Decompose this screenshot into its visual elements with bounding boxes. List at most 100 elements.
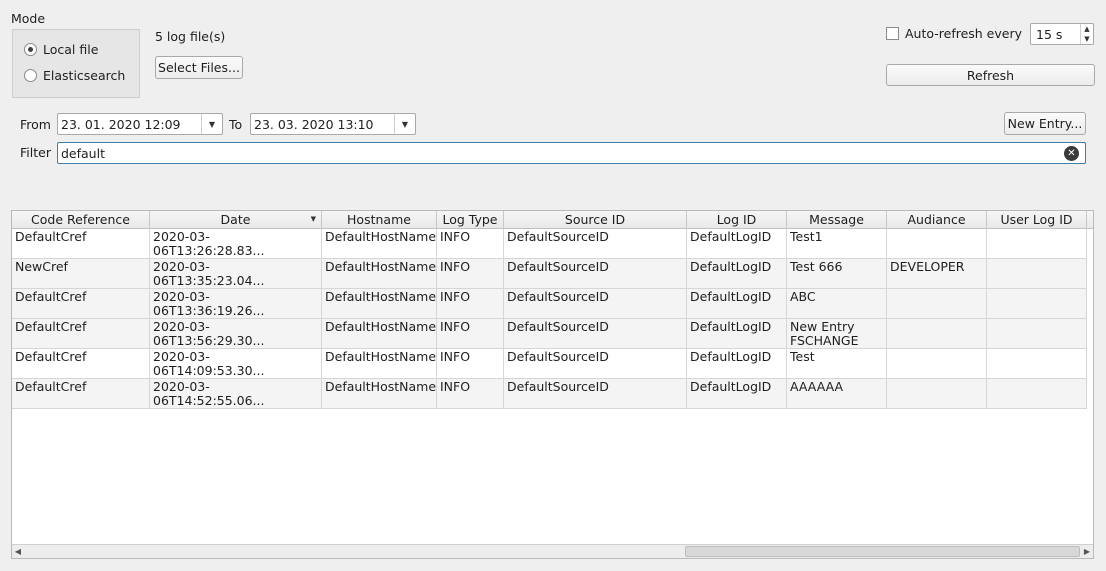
cell-user-log-id[interactable]	[987, 259, 1087, 288]
cell-log-type[interactable]: INFO	[437, 259, 504, 288]
cell-audiance[interactable]	[887, 319, 987, 348]
cell-log-type[interactable]: INFO	[437, 289, 504, 318]
table-row[interactable]: DefaultCref 2020-03-06T14:09:53.30... De…	[12, 349, 1087, 379]
scrollbar-thumb[interactable]	[685, 546, 1080, 557]
auto-refresh-row[interactable]: Auto-refresh every	[886, 26, 1022, 41]
column-header-extra[interactable]	[1087, 211, 1093, 229]
table-row[interactable]: DefaultCref 2020-03-06T14:52:55.06... De…	[12, 379, 1087, 409]
cell-hostname[interactable]: DefaultHostName	[322, 229, 437, 258]
refresh-interval-spinbox[interactable]: 15 s ▲ ▼	[1030, 23, 1094, 45]
to-date-combo[interactable]: 23. 03. 2020 13:10 ▼	[250, 113, 416, 135]
refresh-button[interactable]: Refresh	[886, 64, 1095, 86]
chevron-down-icon[interactable]: ▼	[201, 114, 222, 134]
cell-log-type[interactable]: INFO	[437, 379, 504, 408]
cell-log-id[interactable]: DefaultLogID	[687, 289, 787, 318]
radio-button-checked[interactable]	[24, 43, 37, 56]
column-header-date-label: Date	[220, 212, 251, 227]
cell-log-id[interactable]: DefaultLogID	[687, 379, 787, 408]
spin-arrows[interactable]: ▲ ▼	[1080, 24, 1093, 44]
column-header-log-id[interactable]: Log ID	[687, 211, 787, 229]
cell-hostname[interactable]: DefaultHostName	[322, 349, 437, 378]
table-row[interactable]: DefaultCref 2020-03-06T13:26:28.83... De…	[12, 229, 1087, 259]
cell-message[interactable]: AAAAAA	[787, 379, 887, 408]
cell-hostname[interactable]: DefaultHostName	[322, 289, 437, 318]
cell-log-id[interactable]: DefaultLogID	[687, 229, 787, 258]
mode-group: Local file Elasticsearch	[12, 29, 140, 98]
spin-down-icon[interactable]: ▼	[1084, 35, 1089, 43]
cell-log-id[interactable]: DefaultLogID	[687, 319, 787, 348]
refresh-interval-value: 15 s	[1036, 27, 1063, 42]
cell-source-id[interactable]: DefaultSourceID	[504, 259, 687, 288]
cell-user-log-id[interactable]	[987, 349, 1087, 378]
cell-message[interactable]: Test 666	[787, 259, 887, 288]
select-files-button[interactable]: Select Files...	[155, 56, 243, 79]
cell-log-id[interactable]: DefaultLogID	[687, 259, 787, 288]
cell-code-reference[interactable]: DefaultCref	[12, 319, 150, 348]
cell-code-reference[interactable]: NewCref	[12, 259, 150, 288]
cell-user-log-id[interactable]	[987, 289, 1087, 318]
radio-button[interactable]	[24, 69, 37, 82]
cell-audiance[interactable]	[887, 289, 987, 318]
log-file-count: 5 log file(s)	[155, 29, 226, 44]
cell-code-reference[interactable]: DefaultCref	[12, 379, 150, 408]
cell-audiance[interactable]: DEVELOPER	[887, 259, 987, 288]
cell-source-id[interactable]: DefaultSourceID	[504, 319, 687, 348]
column-header-audiance[interactable]: Audiance	[887, 211, 987, 229]
radio-local-file[interactable]: Local file	[24, 42, 98, 57]
cell-source-id[interactable]: DefaultSourceID	[504, 229, 687, 258]
cell-code-reference[interactable]: DefaultCref	[12, 289, 150, 318]
clear-icon[interactable]: ✕	[1064, 146, 1079, 161]
radio-elasticsearch[interactable]: Elasticsearch	[24, 68, 125, 83]
scroll-right-icon[interactable]: ▶	[1081, 545, 1093, 558]
column-header-code-reference[interactable]: Code Reference	[12, 211, 150, 229]
cell-user-log-id[interactable]	[987, 319, 1087, 348]
cell-message[interactable]: New Entry FSCHANGE	[787, 319, 887, 348]
cell-source-id[interactable]: DefaultSourceID	[504, 349, 687, 378]
column-header-source-id[interactable]: Source ID	[504, 211, 687, 229]
from-date-combo[interactable]: 23. 01. 2020 12:09 ▼	[57, 113, 223, 135]
cell-code-reference[interactable]: DefaultCref	[12, 349, 150, 378]
cell-hostname[interactable]: DefaultHostName	[322, 259, 437, 288]
cell-user-log-id[interactable]	[987, 379, 1087, 408]
table-row[interactable]: NewCref 2020-03-06T13:35:23.04... Defaul…	[12, 259, 1087, 289]
cell-user-log-id[interactable]	[987, 229, 1087, 258]
new-entry-button[interactable]: New Entry...	[1004, 112, 1086, 135]
table-row[interactable]: DefaultCref 2020-03-06T13:56:29.30... De…	[12, 319, 1087, 349]
cell-message[interactable]: ABC	[787, 289, 887, 318]
cell-date[interactable]: 2020-03-06T13:36:19.26...	[150, 289, 322, 318]
cell-source-id[interactable]: DefaultSourceID	[504, 289, 687, 318]
filter-input[interactable]	[60, 144, 1050, 162]
cell-date[interactable]: 2020-03-06T13:26:28.83...	[150, 229, 322, 258]
column-header-hostname[interactable]: Hostname	[322, 211, 437, 229]
scroll-left-icon[interactable]: ◀	[12, 545, 24, 558]
cell-log-type[interactable]: INFO	[437, 229, 504, 258]
filter-field[interactable]: ✕	[57, 142, 1086, 164]
column-header-user-log-id[interactable]: User Log ID	[987, 211, 1087, 229]
cell-audiance[interactable]	[887, 349, 987, 378]
auto-refresh-checkbox[interactable]	[886, 27, 899, 40]
cell-message[interactable]: Test	[787, 349, 887, 378]
column-header-message[interactable]: Message	[787, 211, 887, 229]
cell-date[interactable]: 2020-03-06T13:56:29.30...	[150, 319, 322, 348]
column-header-log-type[interactable]: Log Type	[437, 211, 504, 229]
cell-date[interactable]: 2020-03-06T14:09:53.30...	[150, 349, 322, 378]
cell-log-type[interactable]: INFO	[437, 319, 504, 348]
cell-hostname[interactable]: DefaultHostName	[322, 379, 437, 408]
table-row[interactable]: DefaultCref 2020-03-06T13:36:19.26... De…	[12, 289, 1087, 319]
cell-date[interactable]: 2020-03-06T14:52:55.06...	[150, 379, 322, 408]
cell-date[interactable]: 2020-03-06T13:35:23.04...	[150, 259, 322, 288]
cell-log-id[interactable]: DefaultLogID	[687, 349, 787, 378]
cell-message[interactable]: Test1	[787, 229, 887, 258]
horizontal-scrollbar[interactable]: ◀ ▶	[12, 544, 1093, 558]
spin-up-icon[interactable]: ▲	[1084, 25, 1089, 33]
cell-log-type[interactable]: INFO	[437, 349, 504, 378]
cell-audiance[interactable]	[887, 229, 987, 258]
cell-audiance[interactable]	[887, 379, 987, 408]
column-header-date[interactable]: Date ▼	[150, 211, 322, 229]
cell-hostname[interactable]: DefaultHostName	[322, 319, 437, 348]
log-table[interactable]: Code Reference Date ▼ Hostname Log Type …	[11, 210, 1094, 559]
auto-refresh-label: Auto-refresh every	[905, 26, 1022, 41]
chevron-down-icon[interactable]: ▼	[394, 114, 415, 134]
cell-source-id[interactable]: DefaultSourceID	[504, 379, 687, 408]
cell-code-reference[interactable]: DefaultCref	[12, 229, 150, 258]
